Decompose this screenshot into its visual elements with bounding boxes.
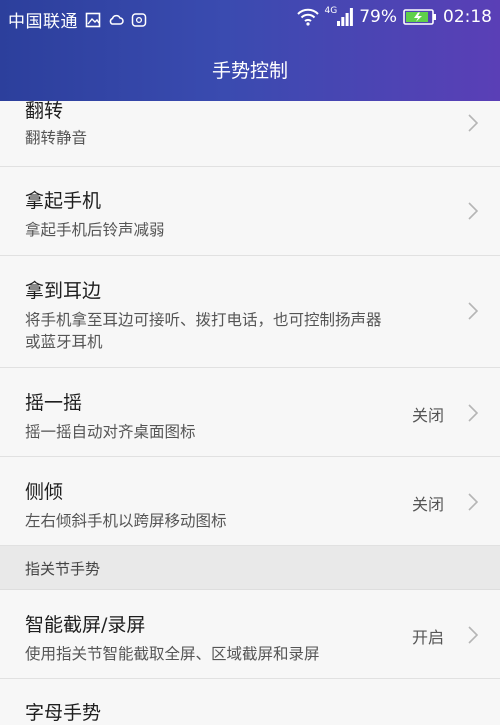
setting-row-flip[interactable]: 翻转 翻转静音 [0,100,500,167]
cloud-icon [109,14,124,25]
setting-texts: 拿到耳边 将手机拿至耳边可接听、拨打电话，也可控制扬声器或蓝牙耳机 [25,276,395,353]
setting-subtitle: 使用指关节智能截取全屏、区域截屏和录屏 [25,645,320,663]
signal-icon [337,8,354,26]
setting-row-to-ear[interactable]: 拿到耳边 将手机拿至耳边可接听、拨打电话，也可控制扬声器或蓝牙耳机 [0,256,500,368]
setting-title: 字母手势 [25,702,102,724]
setting-value: 开启 [411,628,444,647]
setting-row-shake[interactable]: 摇一摇 摇一摇自动对齐桌面图标 关闭 [0,368,500,457]
setting-subtitle: 翻转静音 [25,129,88,147]
chevron-right-icon [468,302,478,320]
app-header: 中国联通 4G 79% 02:18 手势控制 [0,0,500,101]
app-notification-icon [131,12,147,27]
setting-title: 翻转 [25,100,64,122]
setting-texts: 侧倾 左右倾斜手机以跨屏移动图标 [25,477,390,532]
setting-title: 智能截屏/录屏 [25,614,146,636]
page-title: 手势控制 [211,60,288,82]
carrier-name: 中国联通 [8,12,78,32]
settings-list: 翻转 翻转静音 拿起手机 拿起手机后铃声减弱 拿到耳边 将手机拿至耳边可接听、拨… [0,100,500,724]
setting-title: 摇一摇 [25,392,83,414]
status-bar-right: 4G 79% 02:18 [291,6,492,27]
clock: 02:18 [443,7,492,27]
setting-value: 关闭 [411,495,444,514]
setting-texts: 拿起手机 拿起手机后铃声减弱 [25,186,390,241]
network-type: 4G [324,6,338,16]
setting-title: 侧倾 [25,481,64,503]
status-bar: 中国联通 4G 79% 02:18 [0,0,500,36]
setting-subtitle: 将手机拿至耳边可接听、拨打电话，也可控制扬声器或蓝牙耳机 [25,311,382,351]
setting-texts: 字母手势 [25,698,390,725]
chevron-right-icon [468,626,478,644]
image-icon [85,12,101,27]
section-header-knuckle-gestures: 指关节手势 [0,546,500,590]
battery-charging-icon [403,9,436,25]
setting-row-tilt[interactable]: 侧倾 左右倾斜手机以跨屏移动图标 关闭 [0,457,500,546]
setting-texts: 摇一摇 摇一摇自动对齐桌面图标 [25,388,390,443]
setting-row-pickup[interactable]: 拿起手机 拿起手机后铃声减弱 [0,167,500,256]
setting-subtitle: 拿起手机后铃声减弱 [25,221,165,239]
chevron-right-icon [468,404,478,422]
chevron-right-icon [468,114,478,132]
setting-value: 关闭 [411,406,444,425]
setting-row-smart-screenshot[interactable]: 智能截屏/录屏 使用指关节智能截取全屏、区域截屏和录屏 开启 [0,590,500,679]
setting-subtitle: 摇一摇自动对齐桌面图标 [25,423,196,441]
setting-texts: 翻转 翻转静音 [25,96,390,149]
status-bar-left: 中国联通 [8,7,147,32]
setting-title: 拿起手机 [25,190,102,212]
setting-title: 拿到耳边 [25,280,102,302]
wifi-icon [296,8,319,26]
battery-percent: 79% [359,7,397,27]
setting-subtitle: 左右倾斜手机以跨屏移动图标 [25,512,227,530]
setting-row-letter-gestures[interactable]: 字母手势 [0,679,500,724]
setting-texts: 智能截屏/录屏 使用指关节智能截取全屏、区域截屏和录屏 [25,610,390,665]
chevron-right-icon [468,493,478,511]
chevron-right-icon [468,202,478,220]
section-label: 指关节手势 [25,560,101,578]
